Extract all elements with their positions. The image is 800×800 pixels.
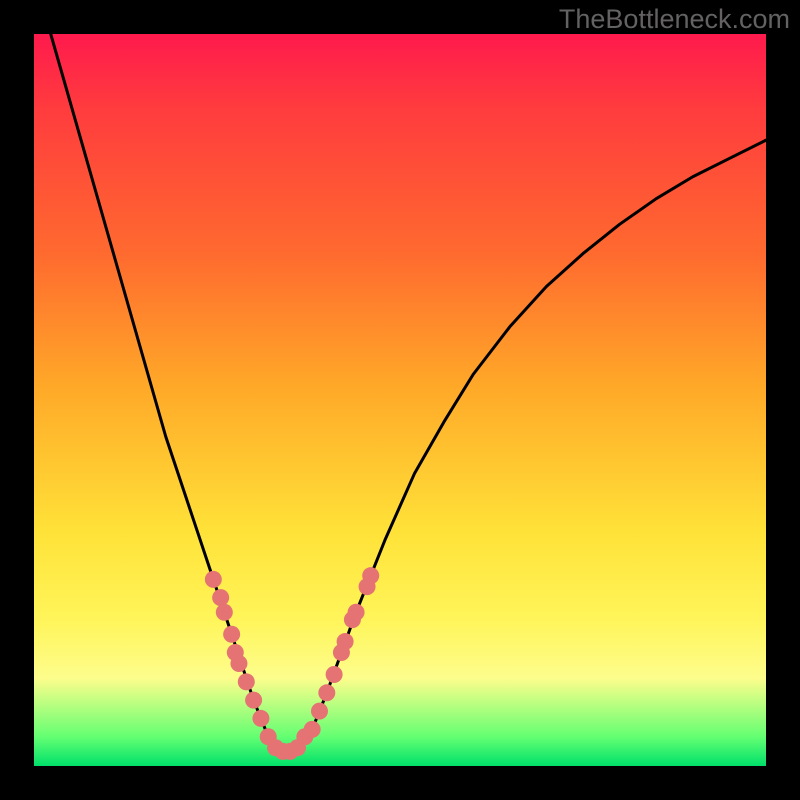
highlight-dots (205, 567, 379, 760)
highlight-dot (304, 721, 321, 738)
highlight-dot (326, 666, 343, 683)
highlight-dot (348, 604, 365, 621)
highlight-dot (205, 571, 222, 588)
highlight-dot (245, 692, 262, 709)
highlight-dot (216, 604, 233, 621)
dots-layer (34, 34, 766, 766)
highlight-dot (230, 655, 247, 672)
highlight-dot (238, 673, 255, 690)
watermark-text: TheBottleneck.com (559, 4, 790, 35)
highlight-dot (362, 567, 379, 584)
highlight-dot (252, 710, 269, 727)
highlight-dot (337, 633, 354, 650)
chart-container: TheBottleneck.com (0, 0, 800, 800)
highlight-dot (212, 589, 229, 606)
plot-area (34, 34, 766, 766)
highlight-dot (318, 684, 335, 701)
highlight-dot (311, 703, 328, 720)
highlight-dot (223, 626, 240, 643)
